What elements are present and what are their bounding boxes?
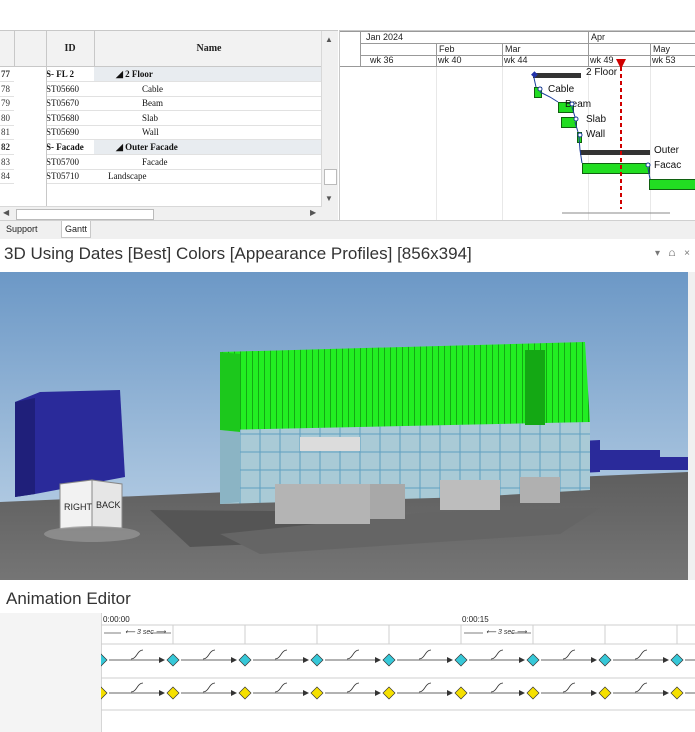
hscroll-thumb[interactable]: [16, 209, 154, 220]
row-number-header: [0, 31, 15, 66]
track-1-keyframe[interactable]: [238, 653, 252, 667]
table-row[interactable]: 81 ST05690 Wall: [0, 125, 322, 141]
task-id[interactable]: ST05700: [46, 155, 94, 169]
row-selector-column: [14, 67, 47, 206]
row-header-blank: [14, 31, 47, 66]
task-id[interactable]: ST05670: [46, 96, 94, 110]
task-id[interactable]: ST05660: [46, 82, 94, 96]
tab-strip: Support Gantt: [0, 220, 695, 239]
table-row[interactable]: 83 ST05700 Facade: [0, 154, 322, 170]
scroll-left-arrow-icon[interactable]: ◀: [3, 208, 9, 217]
task-id[interactable]: ST05680: [46, 111, 94, 125]
track-2-keyframe[interactable]: [310, 686, 324, 700]
name-column-header[interactable]: Name: [94, 31, 323, 66]
view-cube-right-label: RIGHT: [64, 502, 93, 512]
track-2-keyframe[interactable]: [166, 686, 180, 700]
view-cube-back-label: BACK: [96, 500, 121, 510]
view-window-controls[interactable]: ▾ ⩍ ×: [655, 248, 693, 259]
scroll-right-arrow-icon[interactable]: ▶: [310, 208, 316, 217]
task-name[interactable]: Beam: [94, 96, 322, 110]
3d-viewport[interactable]: RIGHT BACK: [0, 272, 688, 580]
track-2-keyframe[interactable]: [101, 686, 108, 700]
track-1-keyframe[interactable]: [598, 653, 612, 667]
gantt-chart[interactable]: Jan 2024 Feb Mar Apr May wk 36 wk 40 wk …: [339, 30, 695, 220]
animation-editor-title: Animation Editor: [6, 589, 131, 608]
table-row[interactable]: 84 ST05710 Landscape: [0, 169, 322, 185]
task-name[interactable]: Slab: [94, 111, 322, 125]
tab-gantt[interactable]: Gantt: [61, 221, 92, 238]
scroll-down-arrow-icon[interactable]: ▼: [325, 194, 333, 203]
tab-support[interactable]: Support: [3, 221, 41, 237]
table-row[interactable]: 80 ST05680 Slab: [0, 110, 322, 126]
task-id[interactable]: ST05690: [46, 125, 94, 139]
track-1-keyframe[interactable]: [526, 653, 540, 667]
task-id[interactable]: ST05710: [46, 169, 94, 183]
viewport-scrollbar[interactable]: [688, 272, 695, 580]
table-row[interactable]: 82 S- Facade ◢ Outer Facade: [0, 140, 322, 155]
track-2-keyframe[interactable]: [526, 686, 540, 700]
task-name[interactable]: Wall: [94, 125, 322, 139]
track-1-keyframe[interactable]: [310, 653, 324, 667]
track-1-keyframe[interactable]: [382, 653, 396, 667]
scroll-thumb[interactable]: [324, 169, 337, 185]
task-grid-vertical-scrollbar[interactable]: ▲ ▼: [321, 31, 338, 220]
task-name[interactable]: Cable: [94, 82, 322, 96]
table-row[interactable]: 77 S- FL 2 ◢ 2 Floor: [0, 67, 322, 82]
task-name[interactable]: ◢ 2 Floor: [94, 67, 322, 81]
task-name[interactable]: ◢ Outer Facade: [94, 140, 322, 154]
task-id[interactable]: S- Facade: [46, 140, 94, 154]
animation-editor[interactable]: 0:00:00 0:00:15 ⟵ 3 sec ⟶ ⟵ 3 sec ⟶: [0, 613, 695, 732]
task-grid-horizontal-scrollbar[interactable]: ◀ ▶: [0, 206, 322, 221]
3d-scene: RIGHT BACK: [0, 272, 688, 580]
track-1-keyframe[interactable]: [166, 653, 180, 667]
animation-tracks: [101, 624, 695, 711]
track-1-keyframe[interactable]: [101, 653, 108, 667]
grid-header: ID Name: [0, 31, 322, 67]
table-row[interactable]: 79 ST05670 Beam: [0, 96, 322, 112]
id-column-header[interactable]: ID: [46, 31, 94, 66]
track-1-keyframe[interactable]: [670, 653, 684, 667]
track-2-keyframe[interactable]: [598, 686, 612, 700]
track-1-keyframe[interactable]: [454, 653, 468, 667]
animation-track-list: [0, 613, 102, 732]
track-2-keyframe[interactable]: [670, 686, 684, 700]
task-name[interactable]: Facade: [94, 155, 322, 169]
task-name[interactable]: Landscape: [94, 169, 322, 183]
task-id[interactable]: S- FL 2: [46, 67, 94, 81]
table-row[interactable]: 78 ST05660 Cable: [0, 81, 322, 97]
track-2-keyframe[interactable]: [238, 686, 252, 700]
track-2-keyframe[interactable]: [454, 686, 468, 700]
track-2-keyframe[interactable]: [382, 686, 396, 700]
task-grid: ID Name 77 S- FL 2 ◢ 2 Floor 78 ST05660 Cable…: [0, 30, 338, 221]
dependency-lines: [533, 59, 670, 214]
scroll-up-arrow-icon[interactable]: ▲: [325, 35, 333, 44]
view-title: 3D Using Dates [Best] Colors [Appearance…: [4, 244, 472, 263]
